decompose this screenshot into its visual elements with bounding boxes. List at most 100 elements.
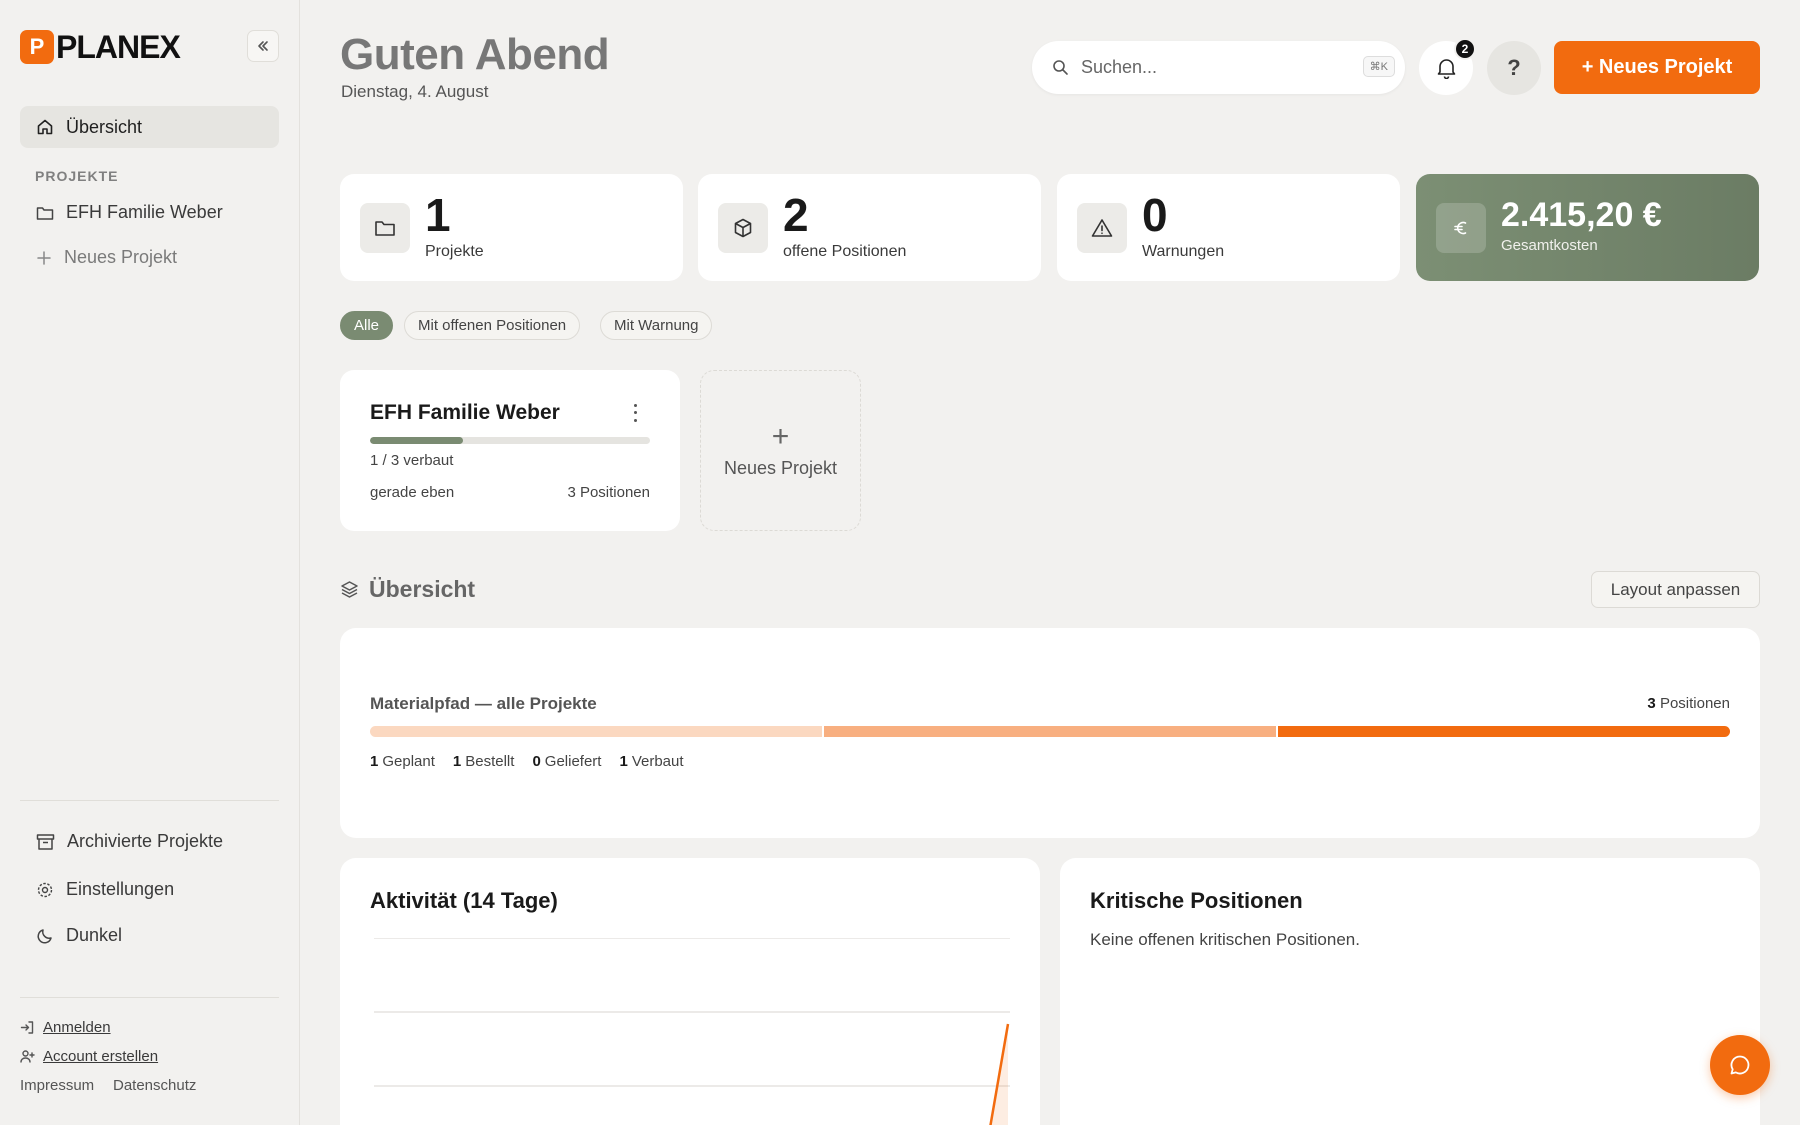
chevrons-left-icon — [258, 41, 268, 51]
critical-title: Kritische Positionen — [1090, 888, 1303, 913]
legend-item-ordered: 1 Bestellt — [452, 753, 515, 770]
project-updated: gerade eben — [370, 484, 455, 501]
material-path-title: Materialpfad — alle Projekte — [370, 694, 597, 713]
signup-link-label: Account erstellen — [43, 1048, 159, 1065]
stat-card-projects[interactable]: 1 Projekte — [340, 174, 683, 281]
stat-value: 2.415,20 € — [1501, 196, 1662, 234]
logo-text: PLANEX — [56, 29, 181, 65]
plus-icon — [37, 250, 51, 265]
filter-chip-warning[interactable]: Mit Warnung — [600, 311, 713, 340]
more-options-icon[interactable] — [630, 402, 640, 424]
status-segment-geplant — [370, 726, 822, 737]
sidebar-item-label: Einstellungen — [66, 879, 175, 899]
bell-icon — [1437, 59, 1455, 79]
stat-label: Gesamtkosten — [1501, 237, 1598, 254]
stat-card-warnings[interactable]: 0 Warnungen — [1057, 174, 1400, 281]
search-shortcut: ⌘K — [1362, 56, 1395, 77]
status-segment-bestellt — [824, 726, 1276, 737]
signup-link[interactable]: Account erstellen — [20, 1048, 158, 1065]
material-path-panel: Materialpfad — alle Projekte 3 Positione… — [340, 628, 1760, 838]
imprint-link[interactable]: Impressum — [20, 1077, 94, 1094]
folder-icon — [360, 203, 410, 253]
collapse-sidebar-button[interactable] — [247, 30, 279, 62]
divider — [20, 997, 279, 998]
nav-item-overview[interactable]: Übersicht — [20, 106, 279, 148]
material-count-label: Positionen — [1659, 695, 1730, 712]
project-position-count: 3 Positionen — [567, 484, 650, 501]
filter-chip-open-positions[interactable]: Mit offenen Positionen — [404, 311, 581, 340]
new-project-button[interactable]: + Neues Projekt — [1554, 41, 1760, 94]
stat-value: 0 — [1142, 189, 1168, 241]
box-icon — [718, 203, 768, 253]
login-link-label: Anmelden — [43, 1019, 111, 1036]
activity-title: Aktivität (14 Tage) — [370, 888, 558, 913]
sidebar: P PLANEX Übersicht PROJEKTE EFH Familie … — [0, 0, 300, 1125]
login-link[interactable]: Anmelden — [20, 1019, 111, 1036]
folder-icon — [36, 206, 54, 220]
nav-item-label: Übersicht — [66, 116, 143, 137]
activity-chart — [374, 938, 1010, 1125]
gear-icon — [37, 882, 53, 897]
chat-bubble-icon — [1730, 1055, 1750, 1075]
logo-mark: P — [20, 30, 54, 64]
notifications-button[interactable]: 2 — [1419, 38, 1476, 95]
project-card[interactable]: EFH Familie Weber 1 / 3 verbaut gerade e… — [340, 370, 680, 531]
sidebar-item-settings[interactable]: Einstellungen — [36, 879, 174, 900]
privacy-link[interactable]: Datenschutz — [113, 1077, 196, 1094]
login-icon — [20, 1021, 34, 1034]
search-input[interactable] — [1081, 57, 1341, 78]
user-plus-icon — [20, 1050, 35, 1063]
sidebar-item-archived[interactable]: Archivierte Projekte — [36, 831, 223, 852]
app-logo[interactable]: P PLANEX — [20, 29, 181, 65]
material-position-count: 3 Positionen — [1647, 695, 1730, 712]
legend-item-installed: 1 Verbaut — [619, 753, 684, 770]
stat-value: 2 — [783, 189, 809, 241]
legend-item-planned: 1 Geplant — [370, 753, 435, 770]
filter-chip-all[interactable]: Alle — [340, 311, 394, 340]
material-legend: 1 Geplant 1 Bestellt 0 Geliefert 1 Verbaut — [370, 753, 684, 770]
customize-layout-button[interactable]: Layout anpassen — [1591, 571, 1760, 608]
current-date: Dienstag, 4. August — [341, 82, 489, 101]
legend-item-delivered: 0 Geliefert — [532, 753, 602, 770]
sidebar-item-new-project[interactable]: Neues Projekt — [36, 247, 177, 268]
material-status-bar — [370, 726, 1730, 737]
sidebar-item-label: Dunkel — [66, 925, 123, 945]
activity-panel: Aktivität (14 Tage) — [340, 858, 1040, 1125]
new-project-tile[interactable]: + Neues Projekt — [700, 370, 861, 531]
euro-icon — [1436, 203, 1486, 253]
search-bar[interactable]: ⌘K — [1032, 41, 1405, 94]
new-project-tile-label: Neues Projekt — [723, 458, 838, 478]
project-title: EFH Familie Weber — [370, 401, 560, 424]
home-icon — [37, 119, 53, 135]
projects-section-label: PROJEKTE — [35, 168, 119, 184]
page-title: Guten Abend — [340, 30, 610, 79]
help-icon: ? — [1507, 55, 1521, 80]
moon-icon — [37, 928, 52, 944]
sidebar-item-label: Neues Projekt — [64, 247, 178, 267]
sidebar-item-label: EFH Familie Weber — [66, 202, 223, 222]
stat-label: Warnungen — [1142, 243, 1225, 260]
notification-badge: 2 — [1454, 38, 1476, 60]
warning-icon — [1077, 203, 1127, 253]
stat-card-open-positions[interactable]: 2 offene Positionen — [698, 174, 1041, 281]
status-segment-verbaut — [1278, 726, 1730, 737]
stat-value: 1 — [425, 189, 451, 241]
stat-label: Projekte — [425, 243, 484, 260]
sidebar-item-label: Archivierte Projekte — [67, 831, 224, 851]
material-count-value: 3 — [1647, 695, 1656, 712]
chat-button[interactable] — [1710, 1035, 1770, 1095]
plus-icon: + — [771, 420, 790, 453]
stat-label: offene Positionen — [783, 243, 907, 260]
project-progress-bar — [370, 437, 650, 444]
critical-positions-panel: Kritische Positionen Keine offenen kriti… — [1060, 858, 1760, 1125]
sidebar-item-project[interactable]: EFH Familie Weber — [36, 202, 223, 223]
help-button[interactable]: ? — [1487, 41, 1541, 95]
overview-title: Übersicht — [369, 576, 476, 602]
layers-icon — [341, 581, 358, 598]
archive-icon — [36, 833, 55, 850]
theme-toggle[interactable]: Dunkel — [36, 925, 122, 946]
project-built-count: 1 / 3 verbaut — [370, 452, 454, 469]
divider — [20, 800, 279, 801]
stat-card-total-costs[interactable]: 2.415,20 € Gesamtkosten — [1416, 174, 1759, 281]
project-progress-fill — [370, 437, 464, 444]
